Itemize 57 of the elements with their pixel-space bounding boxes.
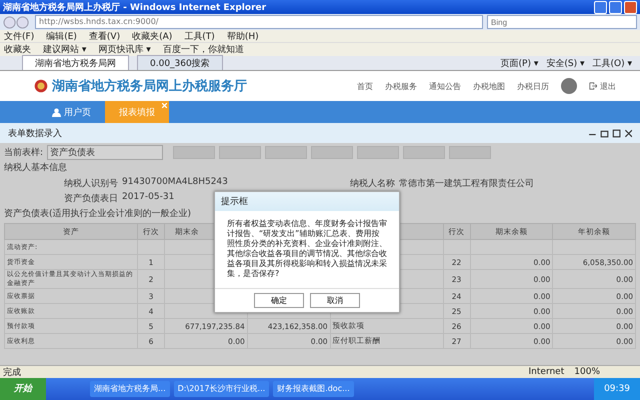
zoom-level[interactable]: 100% xyxy=(574,367,600,377)
close-button[interactable] xyxy=(624,0,637,14)
favorites-item[interactable]: 百度一下，你就知道 xyxy=(162,43,244,56)
minimize-button[interactable] xyxy=(594,0,607,14)
status-text: 完成 xyxy=(3,366,21,378)
window-title: 湖南省地方税务局网上办税厅 - Windows Internet Explorer xyxy=(3,1,268,14)
favorites-item[interactable]: 网页快讯库 ▾ xyxy=(98,43,151,56)
menu-item[interactable]: 文件(F) xyxy=(4,30,34,42)
nav-link[interactable]: 首页 xyxy=(357,80,373,92)
close-icon[interactable] xyxy=(162,103,167,108)
site-title: 湖南省地方税务局网上办税服务厅 xyxy=(52,78,247,95)
start-button[interactable]: 开始 xyxy=(0,378,46,400)
logout-icon[interactable] xyxy=(589,82,597,90)
favorites-item[interactable]: 建议网站 ▾ xyxy=(43,43,86,56)
nav-link[interactable]: 办税服务 xyxy=(385,80,417,92)
field-value: 常德市第一建筑工程有限责任公司 xyxy=(399,178,534,190)
field-value: 91430700MA4L8H5243 xyxy=(122,177,228,189)
menu-item[interactable]: 工具(T) xyxy=(184,30,215,42)
panel-title: 表单数据录入 xyxy=(8,128,62,140)
user-icon xyxy=(52,108,61,116)
dialog-message: 所有者权益变动表信息、年度财务会计报告审计报告、“研发支出”辅助账汇总表、费用按照性质分类的补充资料、企业会计准则附注、其他综合收益各项目的调节情况、其他综合收益各项目及其所得税影响和转入损益情况未采集，是否保存? xyxy=(215,211,399,289)
menu-item[interactable]: 编辑(E) xyxy=(46,30,77,42)
nav-link[interactable]: 办税地图 xyxy=(473,80,505,92)
menu-item[interactable]: 查看(V) xyxy=(88,30,120,42)
address-field[interactable]: http://wsbs.hnds.tax.cn:9000/ xyxy=(35,15,483,29)
taskbar-item[interactable]: D:\2017长沙市行业税... xyxy=(174,381,270,397)
menu-item[interactable]: 帮助(H) xyxy=(226,30,259,42)
logout-link[interactable]: 退出 xyxy=(600,80,616,92)
taskbar-item[interactable]: 财务报表截图.doc... xyxy=(273,381,354,397)
avatar[interactable] xyxy=(561,78,577,94)
command-menu[interactable]: 页面(P) ▾ xyxy=(500,56,538,70)
form-label: 当前表样: xyxy=(4,146,44,158)
dialog-button[interactable]: 取消 xyxy=(310,293,360,308)
favorites-item[interactable]: 收藏夹 xyxy=(4,43,31,56)
search-field[interactable]: Bing xyxy=(487,15,637,29)
taskbar-item[interactable]: 湖南省地方税务局... xyxy=(90,381,170,397)
page-tab[interactable]: 用户页 xyxy=(38,101,105,123)
field-label: 纳税人识别号 xyxy=(64,178,118,190)
maximize-button[interactable] xyxy=(609,0,622,14)
nav-link[interactable]: 办税日历 xyxy=(517,80,549,92)
section-title: 资产负债表(适用执行企业会计准则的一般企业) xyxy=(4,208,192,221)
command-menu[interactable]: 工具(O) ▾ xyxy=(592,56,632,70)
nav-link[interactable]: 通知公告 xyxy=(429,80,461,92)
emblem-icon xyxy=(34,79,48,93)
menu-item[interactable]: 收藏夹(A) xyxy=(132,30,172,42)
dialog-title: 提示框 xyxy=(215,192,399,211)
form-select[interactable]: 资产负债表 xyxy=(47,144,164,160)
command-menu[interactable]: 安全(S) ▾ xyxy=(546,56,584,70)
field-value: 2017-05-31 xyxy=(122,192,174,204)
window-controls-icon[interactable] xyxy=(588,128,632,138)
dialog-button[interactable]: 确定 xyxy=(254,293,304,308)
clock: 09:39 xyxy=(594,378,640,400)
section-title: 纳税人基本信息 xyxy=(4,162,67,175)
field-label: 资产负债表日 xyxy=(64,192,118,205)
security-zone: Internet xyxy=(528,367,564,377)
field-label: 纳税人名称 xyxy=(350,178,395,190)
back-forward-icon[interactable] xyxy=(3,16,31,28)
